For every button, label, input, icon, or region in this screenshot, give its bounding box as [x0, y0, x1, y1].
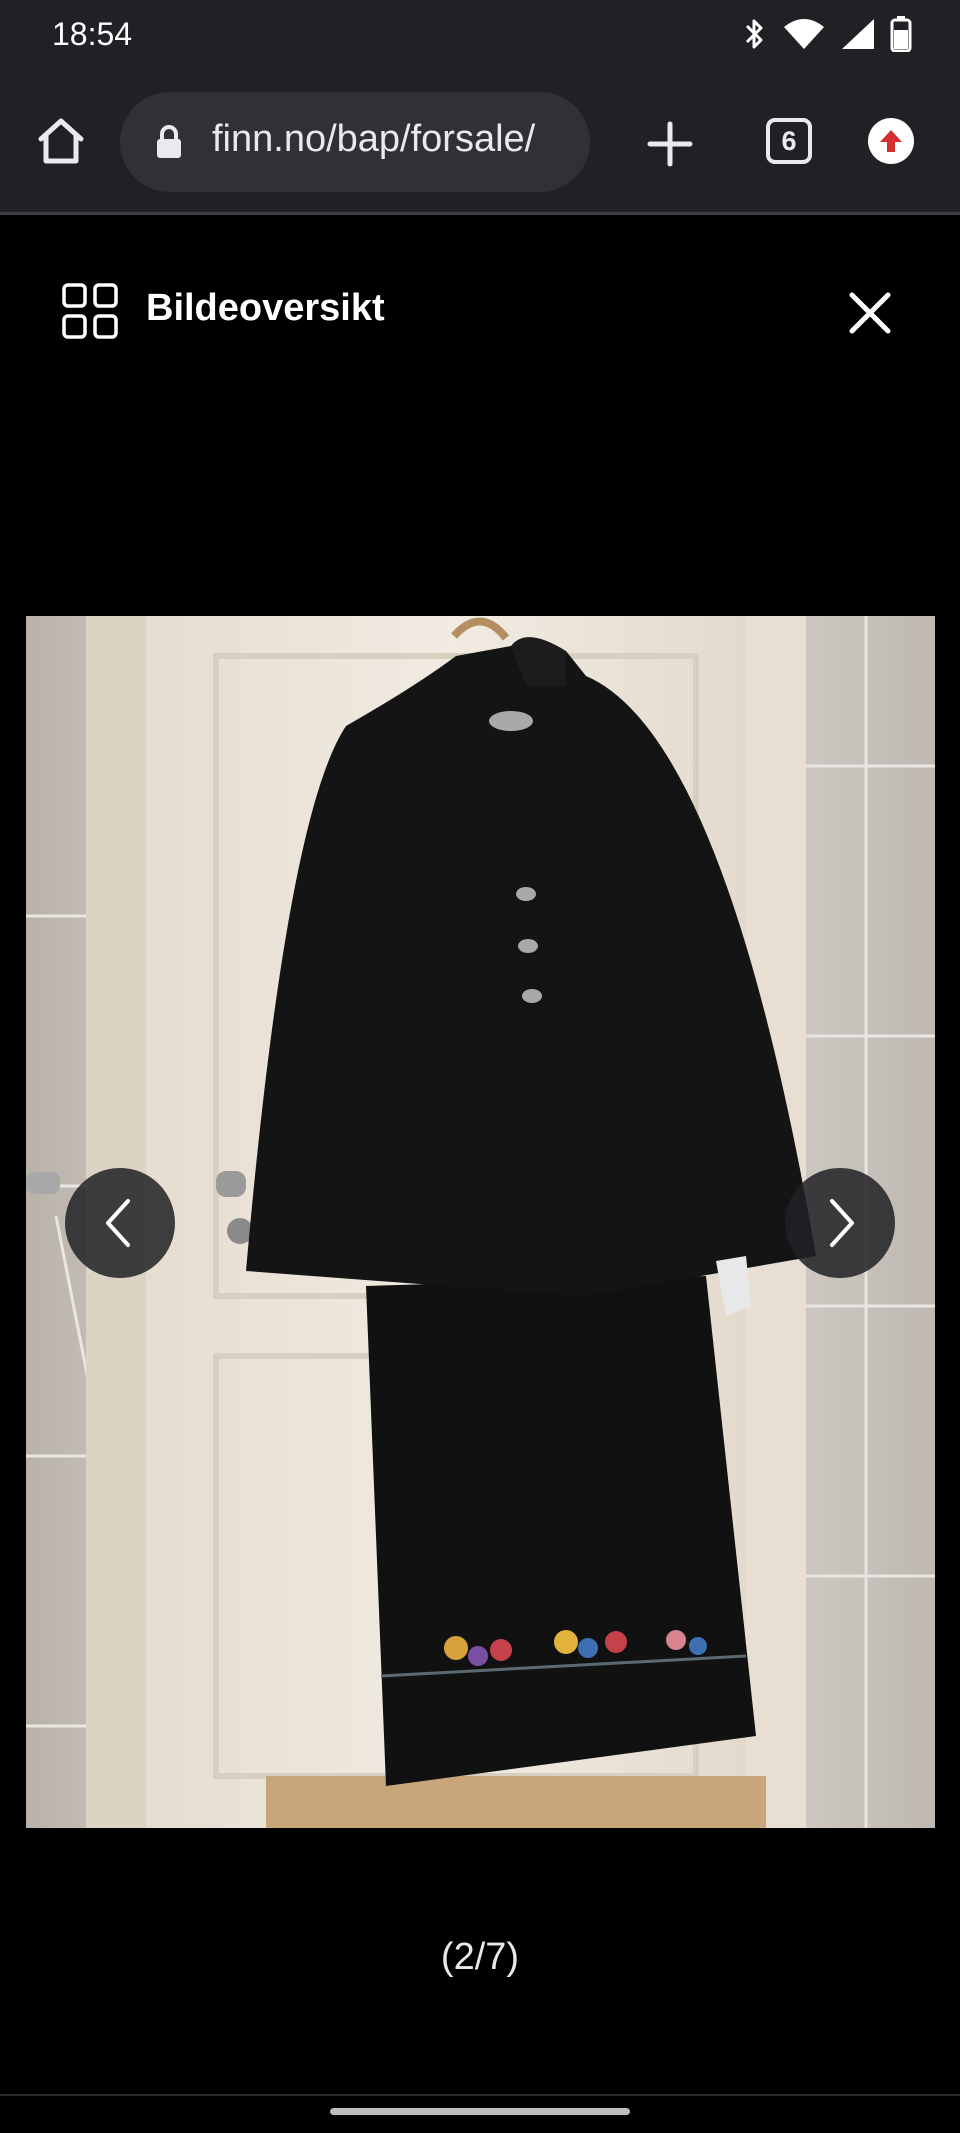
divider: [0, 2094, 960, 2096]
grid-icon: [62, 283, 118, 339]
url-text: finn.no/bap/forsale/: [212, 118, 536, 160]
browser-toolbar: finn.no/bap/forsale/ 6: [0, 72, 960, 215]
battery-icon: [890, 16, 912, 52]
lock-icon: [157, 125, 181, 158]
upload-arrow-icon: [880, 130, 902, 152]
extension-icon[interactable]: [868, 118, 914, 164]
home-icon: [38, 118, 84, 164]
chevron-right-icon: [830, 1199, 854, 1247]
wifi-icon: [784, 19, 824, 49]
plus-icon: [647, 121, 693, 167]
gallery-header: Bildeoversikt: [0, 213, 960, 413]
status-time: 18:54: [52, 16, 133, 52]
tabs-icon[interactable]: 6: [766, 118, 812, 164]
home-button[interactable]: [30, 110, 92, 172]
new-tab-button[interactable]: [636, 110, 704, 178]
previous-image-button[interactable]: [65, 1168, 175, 1278]
tab-count: 6: [781, 125, 797, 156]
close-icon[interactable]: [840, 283, 900, 343]
signal-icon: [842, 19, 874, 49]
bluetooth-icon: [745, 19, 763, 49]
next-image-button[interactable]: [785, 1168, 895, 1278]
status-icons: [742, 14, 912, 54]
image-counter: (2/7): [440, 1936, 520, 1978]
url-bar[interactable]: finn.no/bap/forsale/: [120, 92, 590, 192]
gesture-home-indicator[interactable]: [330, 2108, 630, 2115]
gallery-title[interactable]: Bildeoversikt: [146, 287, 385, 330]
status-bar: 18:54: [0, 0, 960, 72]
chevron-left-icon: [106, 1199, 130, 1247]
